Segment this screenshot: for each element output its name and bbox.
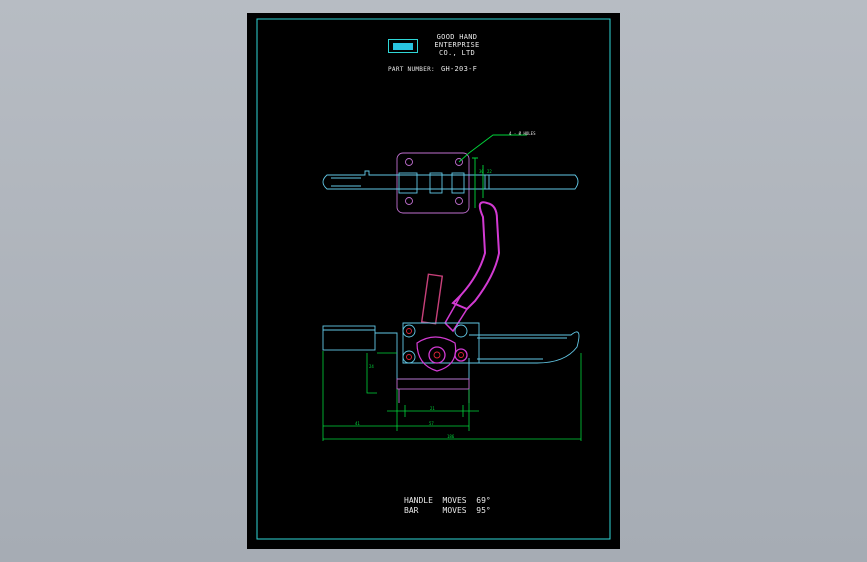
extension-lines	[322, 351, 582, 441]
bar-raised-position	[420, 273, 444, 325]
company-name-line-2: ENTERPRISE	[434, 41, 480, 49]
base-hole-tl	[405, 158, 413, 166]
top-view-clevis-right	[451, 172, 465, 194]
dim-left-offset: 41	[355, 421, 360, 426]
top-view-plunger-bar	[322, 170, 579, 190]
dim-top-a: 30	[479, 169, 484, 174]
holes-note: 4 - Ø HOLES	[509, 131, 536, 136]
dimension-lines	[322, 351, 582, 441]
logo-mark	[393, 43, 413, 50]
height-dim	[366, 353, 377, 394]
pivot-2	[402, 350, 416, 364]
top-view-dim-lines	[472, 157, 484, 208]
pivot-2-pin	[406, 354, 412, 360]
pivot-1-pin	[406, 328, 412, 334]
pivot-5	[454, 324, 468, 338]
side-view	[322, 322, 580, 403]
drawing-sheet: GOOD HAND ENTERPRISE CO., LTD PART NUMBE…	[247, 13, 620, 549]
pivot-4	[454, 348, 468, 362]
company-name-line-3: CO., LTD	[438, 49, 476, 57]
dim-overall-length: 186	[447, 434, 455, 439]
handle-grip-raised	[451, 201, 501, 311]
top-view-clevis-left	[398, 172, 418, 194]
company-logo	[388, 39, 418, 53]
top-view-bar-detail	[484, 175, 490, 189]
dim-base-width: 57	[429, 421, 434, 426]
pivot-3	[428, 346, 446, 364]
drawing-canvas	[256, 18, 611, 540]
top-view-bar-slot	[331, 177, 361, 187]
pivot-1	[402, 324, 416, 338]
dim-top-b: 22	[487, 169, 492, 174]
dim-hole-spacing: 21	[430, 406, 435, 411]
pivot-4-pin	[458, 352, 464, 358]
side-view-handle-detail	[477, 337, 567, 360]
pivot-3-pin	[433, 351, 441, 359]
company-name-line-1: GOOD HAND	[436, 33, 478, 41]
top-view-clevis-mid	[429, 172, 443, 194]
part-number-value: GH-203-F	[441, 65, 478, 73]
part-number-label: PART NUMBER:	[388, 66, 435, 73]
base-hole-br	[455, 197, 463, 205]
side-view-handle	[469, 331, 580, 364]
top-view	[322, 134, 579, 214]
base-hole-bl	[405, 197, 413, 205]
bar-moves-note: BAR MOVES 95°	[404, 506, 491, 515]
handle-open-position	[420, 201, 501, 333]
side-view-base	[396, 378, 470, 390]
side-view-linkage	[416, 336, 457, 372]
handle-moves-note: HANDLE MOVES 69°	[404, 496, 491, 505]
side-view-base-legs	[398, 389, 470, 403]
sheet-border	[256, 18, 611, 540]
dim-height: 24	[369, 364, 374, 369]
